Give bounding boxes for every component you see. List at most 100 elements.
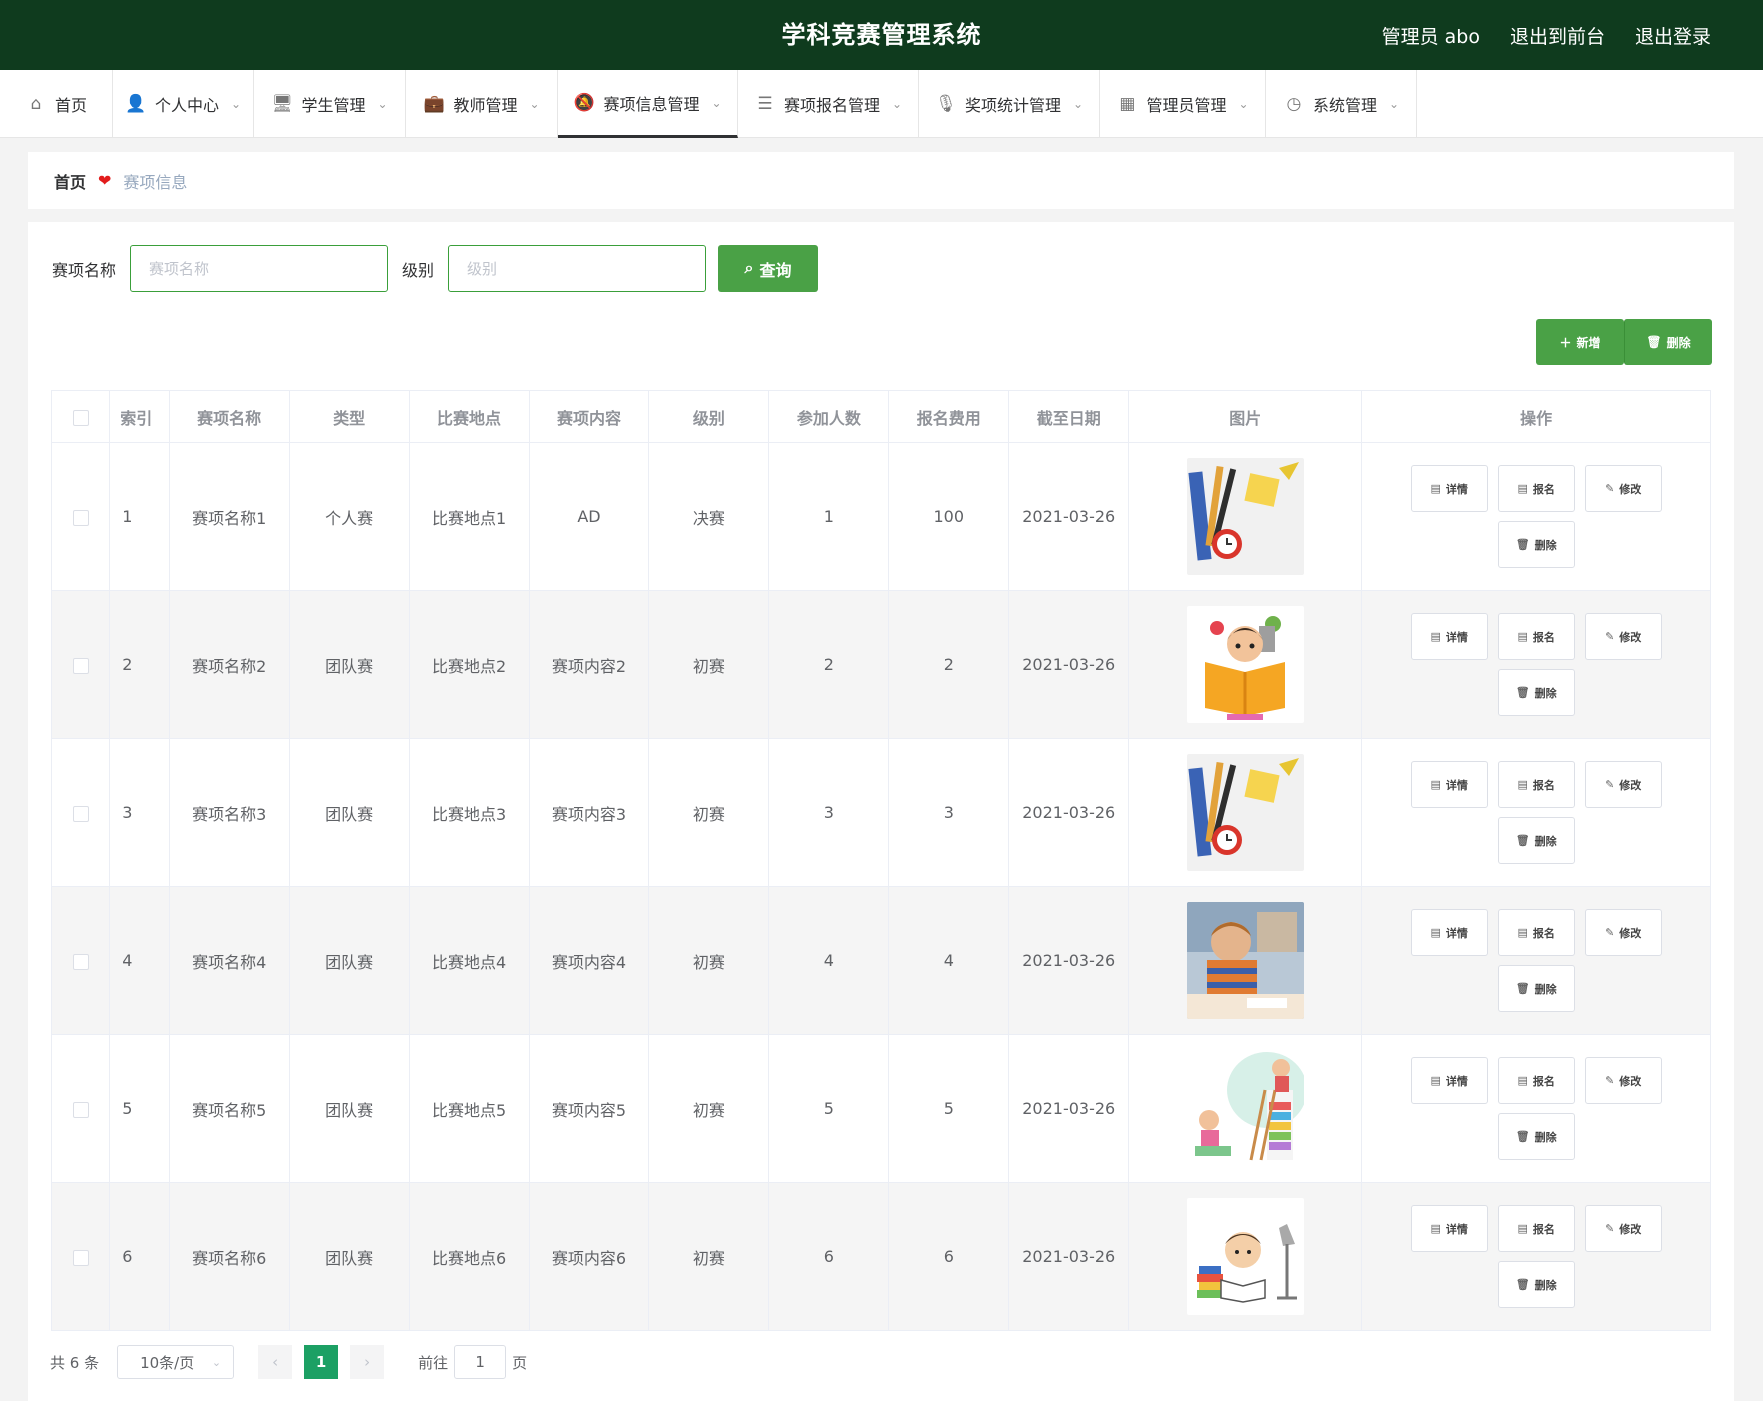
signup-button[interactable]: ▤ 报名 bbox=[1497, 613, 1575, 660]
delete-button[interactable]: 🗑 删除 bbox=[1497, 521, 1575, 568]
row-checkbox[interactable] bbox=[72, 953, 89, 970]
nav-item-3[interactable]: 💼 教师管理 ⌄ bbox=[406, 70, 558, 138]
delete-button[interactable]: 🗑 删除 bbox=[1497, 669, 1575, 716]
cell-actions: ▤ 详情 ▤ 报名 ✎ 修改 🗑 删除 bbox=[1361, 1182, 1711, 1331]
signup-button[interactable]: ▤ 报名 bbox=[1497, 1057, 1575, 1104]
nav-item-5[interactable]: ☰ 赛项报名管理 ⌄ bbox=[738, 70, 919, 138]
contest-thumbnail[interactable] bbox=[1186, 754, 1304, 871]
edit-button[interactable]: ✎ 修改 bbox=[1584, 465, 1662, 512]
edit-button[interactable]: ✎ 修改 bbox=[1584, 909, 1662, 956]
contest-thumbnail[interactable] bbox=[1186, 606, 1304, 723]
document-icon: ▤ bbox=[1517, 778, 1528, 791]
row-checkbox[interactable] bbox=[72, 1101, 89, 1118]
col-header: 图片 bbox=[1128, 390, 1363, 443]
page-size-select[interactable]: 10条/页 ⌄ bbox=[117, 1345, 235, 1379]
cell-participants: 5 bbox=[768, 1034, 890, 1183]
cell-deadline: 2021-03-26 bbox=[1008, 886, 1130, 1035]
cell-name: 赛项名称3 bbox=[168, 738, 290, 887]
contest-thumbnail[interactable] bbox=[1186, 902, 1304, 1019]
signup-button[interactable]: ▤ 报名 bbox=[1497, 1205, 1575, 1252]
edit-button[interactable]: ✎ 修改 bbox=[1584, 1205, 1662, 1252]
contest-thumbnail[interactable] bbox=[1186, 1198, 1304, 1315]
col-header: 比赛地点 bbox=[408, 390, 530, 443]
cell-deadline: 2021-03-26 bbox=[1008, 738, 1130, 887]
trash-icon: 🗑 bbox=[1515, 686, 1530, 699]
cell-index: 6 bbox=[109, 1182, 170, 1331]
trash-icon: 🗑 bbox=[1515, 982, 1530, 995]
row-checkbox[interactable] bbox=[72, 1249, 89, 1266]
detail-button[interactable]: ▤ 详情 bbox=[1410, 465, 1488, 512]
delete-button[interactable]: 🗑 删除 bbox=[1497, 1113, 1575, 1160]
cell-content: AD bbox=[528, 442, 650, 591]
cell-image bbox=[1128, 886, 1363, 1035]
detail-button[interactable]: ▤ 详情 bbox=[1410, 761, 1488, 808]
detail-button-label: 详情 bbox=[1445, 482, 1468, 496]
chevron-down-icon: ⌄ bbox=[1238, 97, 1249, 111]
current-user[interactable]: 管理员 abo bbox=[1382, 22, 1480, 49]
next-page-button[interactable]: › bbox=[350, 1345, 385, 1379]
query-button-label: 查询 bbox=[759, 262, 792, 280]
delete-button-label: 删除 bbox=[1534, 1130, 1557, 1144]
detail-button[interactable]: ▤ 详情 bbox=[1410, 1205, 1488, 1252]
contest-thumbnail[interactable] bbox=[1186, 458, 1304, 575]
batch-delete-button[interactable]: 🗑 删除 bbox=[1624, 319, 1712, 365]
col-header: 类型 bbox=[288, 390, 410, 443]
chevron-down-icon: ⌄ bbox=[711, 95, 722, 110]
row-checkbox[interactable] bbox=[72, 657, 89, 674]
trash-icon: 🗑 bbox=[1515, 1130, 1530, 1143]
delete-button-label: 删除 bbox=[1534, 982, 1557, 996]
cell-location: 比赛地点1 bbox=[408, 442, 530, 591]
edit-button[interactable]: ✎ 修改 bbox=[1584, 761, 1662, 808]
nav-item-0[interactable]: ⌂ 首页 bbox=[0, 70, 113, 138]
signup-button[interactable]: ▤ 报名 bbox=[1497, 465, 1575, 512]
home-icon: ⌂ bbox=[30, 94, 42, 114]
table-row: 3 赛项名称3 团队赛 比赛地点3 赛项内容3 初赛 3 3 2021-03-26 ▤ 详情 ▤ 报名 ✎… bbox=[50, 738, 1711, 887]
page-number-button[interactable]: 1 bbox=[304, 1345, 339, 1379]
nav-item-8[interactable]: ◷ 系统管理 ⌄ bbox=[1266, 70, 1417, 138]
cell-deadline: 2021-03-26 bbox=[1008, 1182, 1130, 1331]
select-all-checkbox[interactable] bbox=[72, 409, 89, 426]
edit-button-label: 修改 bbox=[1619, 1074, 1642, 1088]
delete-button[interactable]: 🗑 删除 bbox=[1497, 817, 1575, 864]
detail-button[interactable]: ▤ 详情 bbox=[1410, 1057, 1488, 1104]
nav-item-label: 管理员管理 bbox=[1146, 96, 1227, 115]
cell-actions: ▤ 详情 ▤ 报名 ✎ 修改 🗑 删除 bbox=[1361, 590, 1711, 739]
delete-button[interactable]: 🗑 删除 bbox=[1497, 1261, 1575, 1308]
query-button[interactable]: ⌕ 查询 bbox=[718, 245, 819, 292]
name-search-input[interactable] bbox=[130, 245, 389, 292]
document-icon: ▤ bbox=[1517, 1222, 1528, 1235]
detail-button[interactable]: ▤ 详情 bbox=[1410, 909, 1488, 956]
prev-page-button[interactable]: ‹ bbox=[258, 1345, 293, 1379]
detail-button[interactable]: ▤ 详情 bbox=[1410, 613, 1488, 660]
contest-thumbnail[interactable] bbox=[1186, 1050, 1304, 1167]
row-checkbox[interactable] bbox=[72, 805, 89, 822]
row-checkbox[interactable] bbox=[72, 509, 89, 526]
page-size-value: 10条/页 bbox=[140, 1353, 195, 1372]
document-icon: ▤ bbox=[1517, 926, 1528, 939]
list-icon: ☰ bbox=[757, 94, 773, 114]
cell-actions: ▤ 详情 ▤ 报名 ✎ 修改 🗑 删除 bbox=[1361, 1034, 1711, 1183]
search-icon: ⌕ bbox=[744, 259, 754, 277]
signup-button[interactable]: ▤ 报名 bbox=[1497, 761, 1575, 808]
level-search-input[interactable] bbox=[448, 245, 707, 292]
col-header: 赛项名称 bbox=[168, 390, 290, 443]
nav-item-4[interactable]: 🔕 赛项信息管理 ⌄ bbox=[558, 70, 738, 138]
goto-page-input[interactable] bbox=[454, 1345, 507, 1379]
cell-actions: ▤ 详情 ▤ 报名 ✎ 修改 🗑 删除 bbox=[1361, 886, 1711, 1035]
edit-button[interactable]: ✎ 修改 bbox=[1584, 1057, 1662, 1104]
cell-type: 个人赛 bbox=[288, 442, 410, 591]
delete-button[interactable]: 🗑 删除 bbox=[1497, 965, 1575, 1012]
nav-item-7[interactable]: ▦ 管理员管理 ⌄ bbox=[1100, 70, 1266, 138]
nav-item-6[interactable]: 🎙 奖项统计管理 ⌄ bbox=[919, 70, 1100, 138]
col-header: 级别 bbox=[648, 390, 770, 443]
logout-link[interactable]: 退出登录 bbox=[1635, 22, 1711, 49]
row-select-cell bbox=[50, 442, 111, 591]
breadcrumb-home[interactable]: 首页 bbox=[54, 169, 86, 193]
nav-item-2[interactable]: 🖥 学生管理 ⌄ bbox=[254, 70, 406, 138]
detail-button-label: 详情 bbox=[1445, 778, 1468, 792]
nav-item-1[interactable]: 👤 个人中心 ⌄ bbox=[113, 70, 254, 138]
add-button[interactable]: ＋ 新增 bbox=[1536, 319, 1624, 365]
signup-button[interactable]: ▤ 报名 bbox=[1497, 909, 1575, 956]
edit-button[interactable]: ✎ 修改 bbox=[1584, 613, 1662, 660]
back-to-front-link[interactable]: 退出到前台 bbox=[1510, 22, 1605, 49]
